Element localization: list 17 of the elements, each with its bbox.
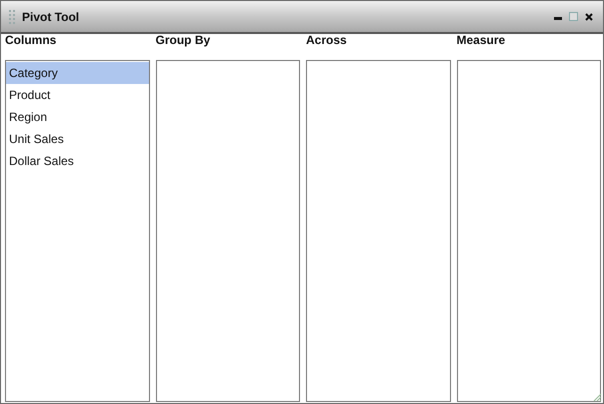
list-box[interactable]: [156, 60, 300, 402]
pane-heading: Group By: [156, 34, 212, 49]
resize-grip-icon[interactable]: [592, 392, 602, 402]
list-box[interactable]: Category Product Region Unit Sales Dollar Sales: [5, 60, 150, 402]
list-item[interactable]: Dollar Sales: [6, 150, 148, 172]
drag-handle-icon[interactable]: [9, 10, 15, 24]
window-title: Pivot Tool: [22, 10, 80, 24]
pane-heading: Measure: [456, 34, 506, 49]
pane-heading: Columns: [5, 34, 58, 49]
list-item[interactable]: Category: [6, 62, 148, 84]
list-box[interactable]: [306, 60, 450, 402]
list-item[interactable]: Unit Sales: [6, 128, 148, 150]
pane-heading: Across: [306, 34, 348, 49]
maximize-icon[interactable]: [569, 12, 578, 21]
close-icon[interactable]: [585, 12, 593, 20]
list-item[interactable]: Product: [6, 84, 148, 106]
list-item[interactable]: Region: [6, 106, 148, 128]
